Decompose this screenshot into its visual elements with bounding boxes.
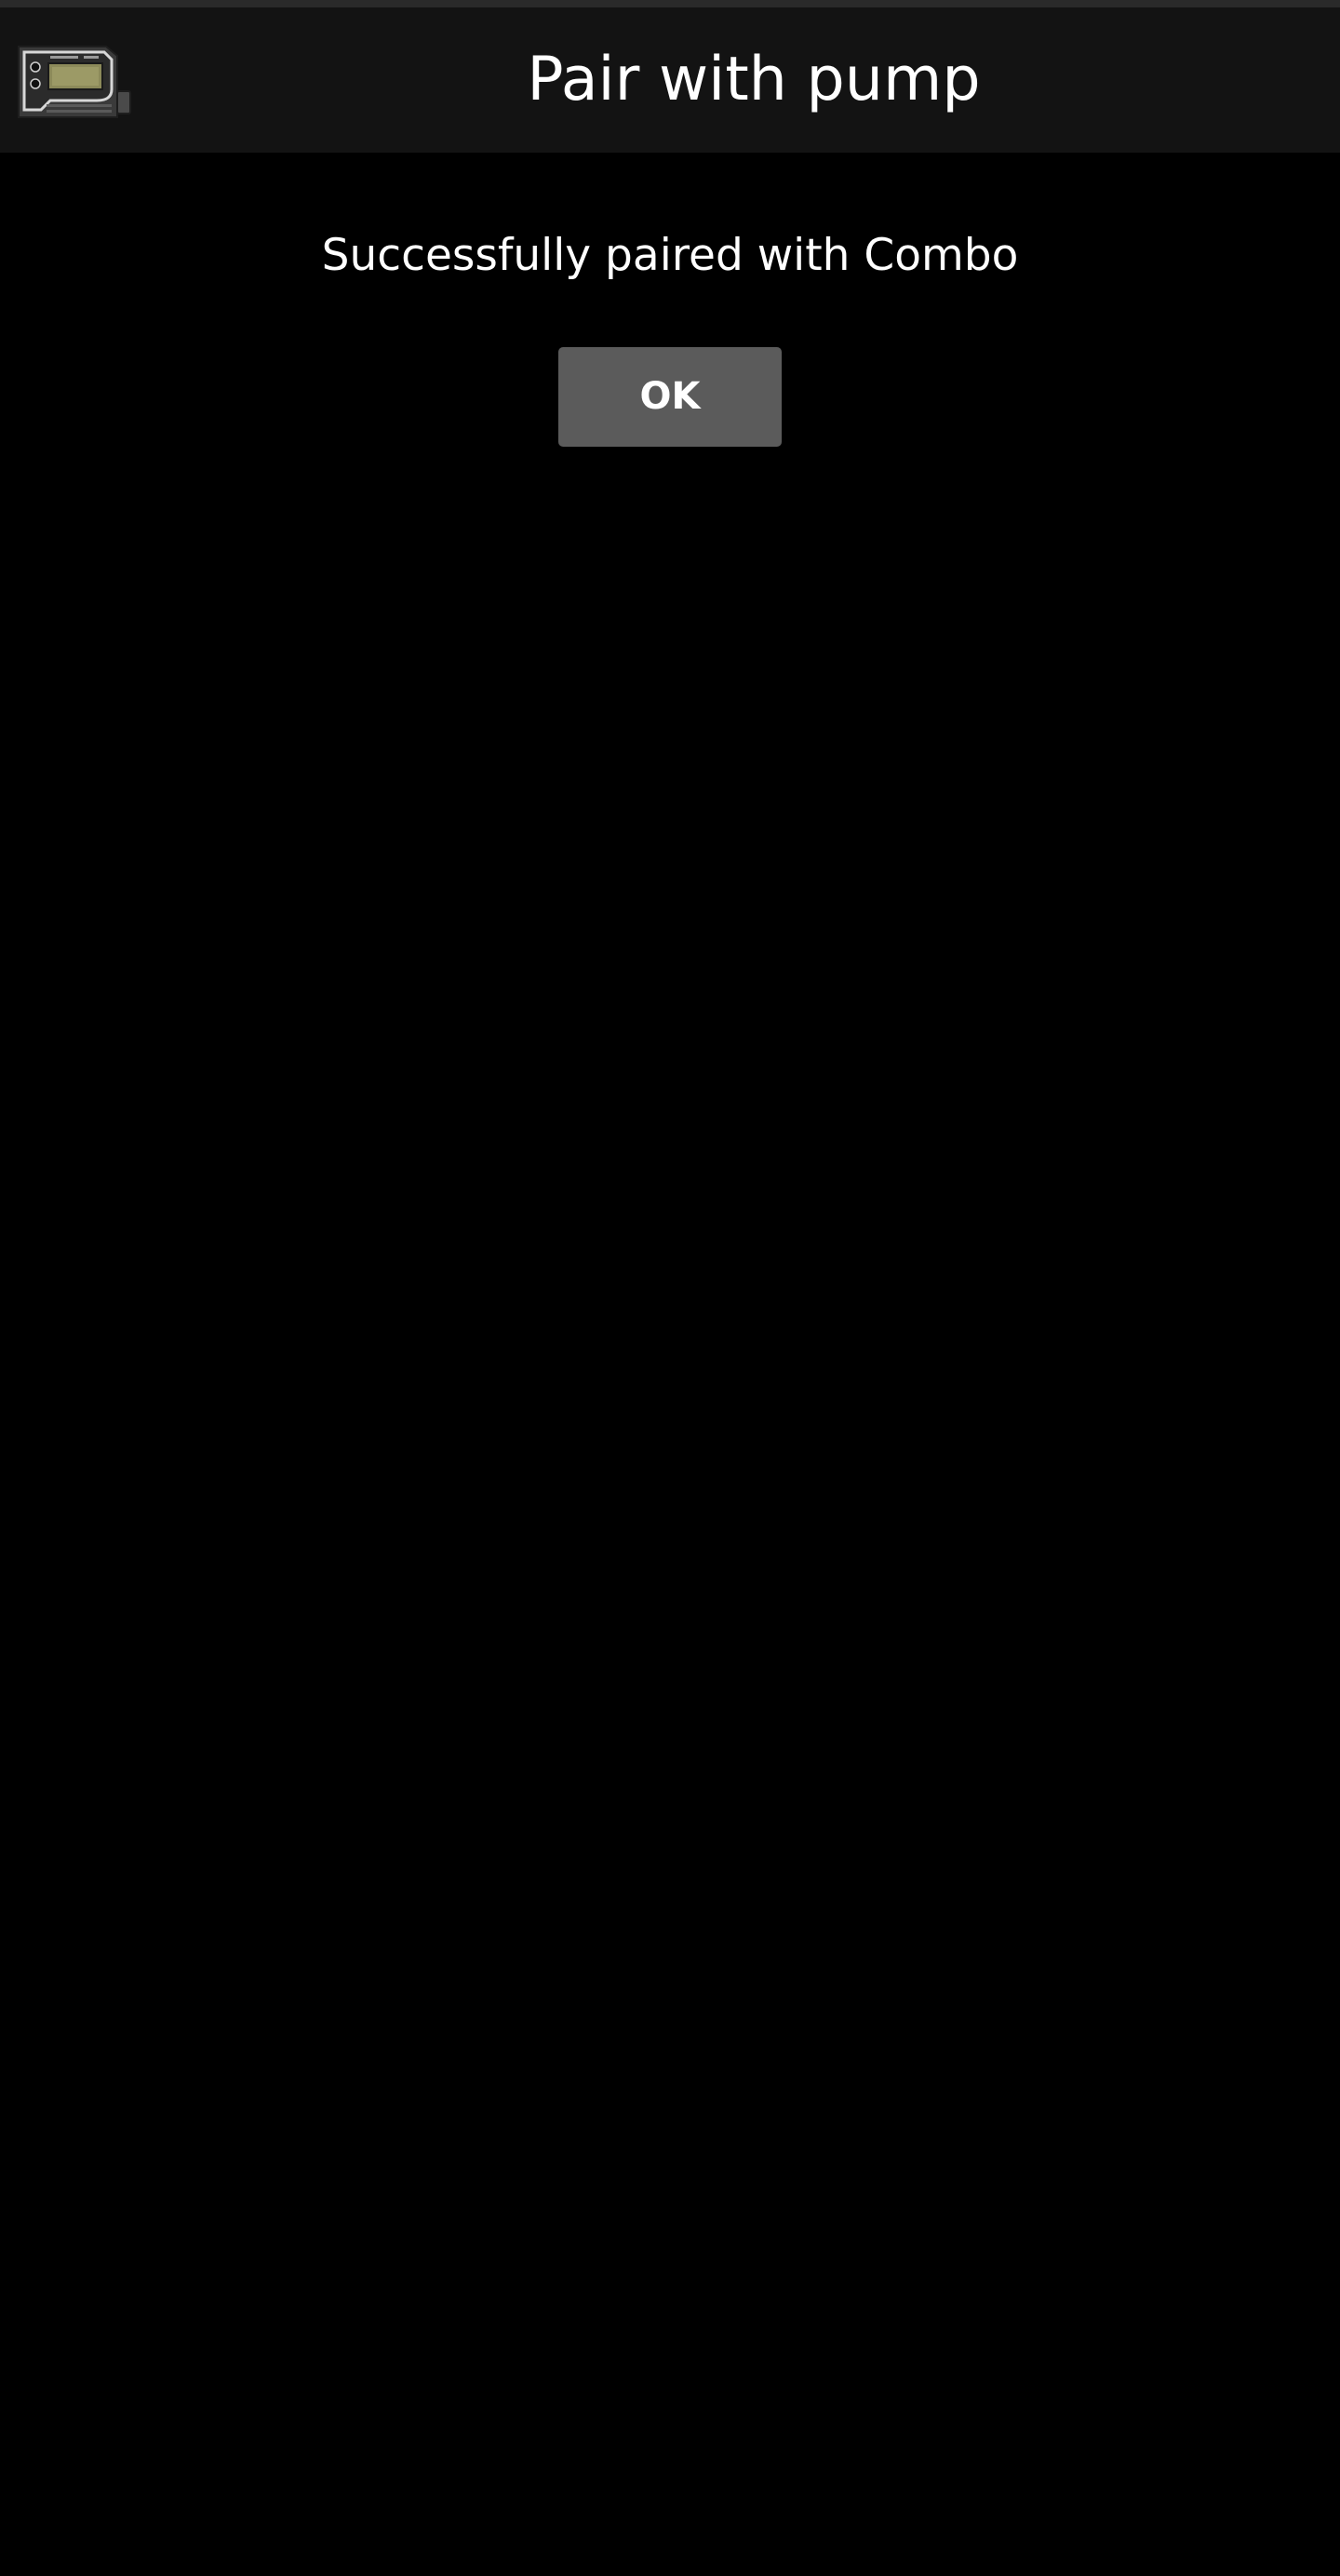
insulin-pump-icon [18, 46, 131, 118]
ok-button[interactable]: OK [558, 347, 782, 447]
status-strip [0, 0, 1340, 7]
pair-with-pump-screen: Pair with pump Successfully paired with … [0, 0, 1340, 2576]
page-title: Pair with pump [527, 45, 981, 114]
pairing-status-message: Successfully paired with Combo [321, 230, 1019, 281]
